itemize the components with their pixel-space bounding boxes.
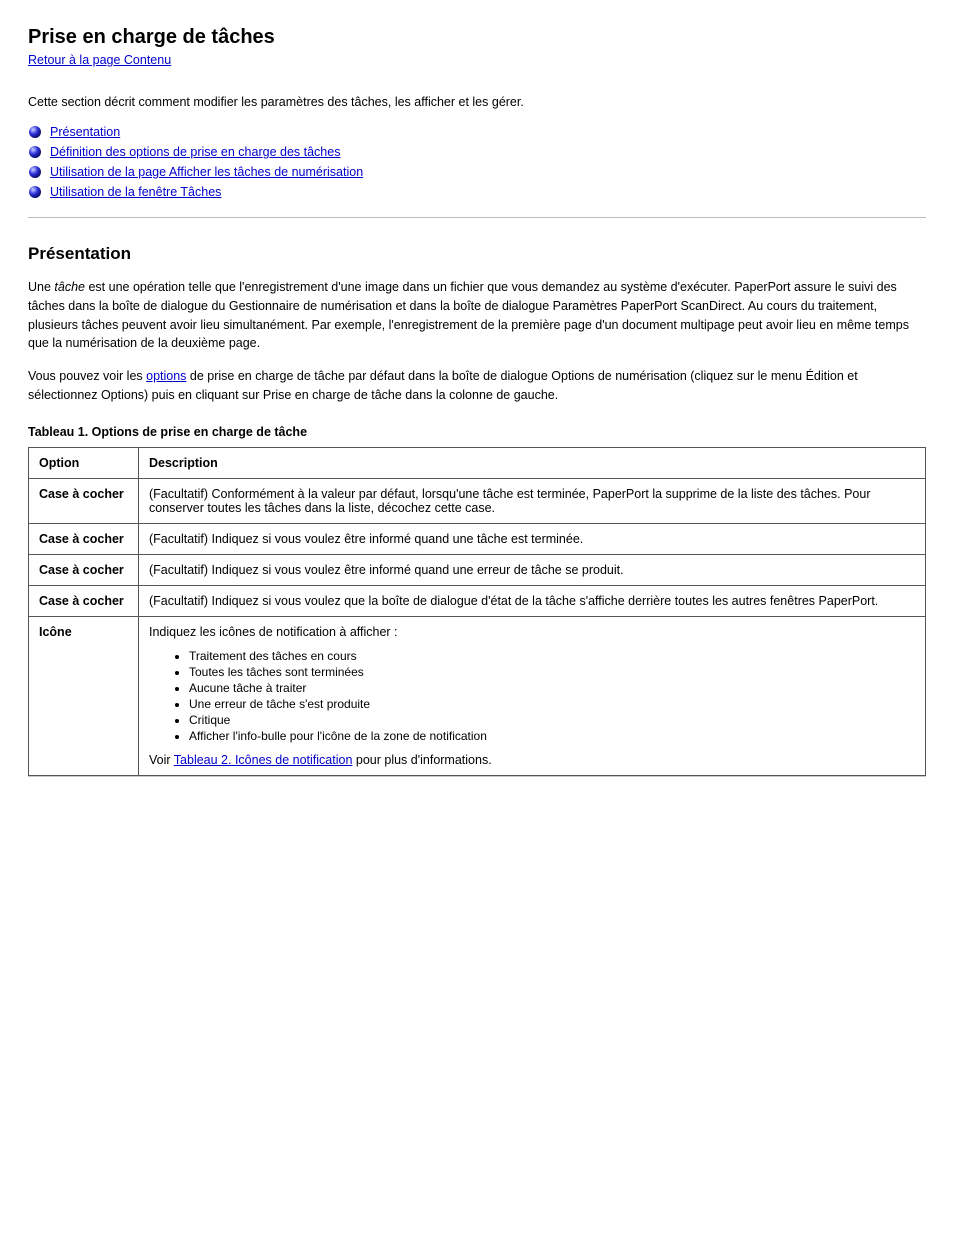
- sphere-bullet-icon: [28, 145, 42, 159]
- col-header-option: Option: [29, 447, 139, 478]
- description-cell: (Facultatif) Indiquez si vous voulez êtr…: [139, 523, 926, 554]
- table-row: Case à cocher (Facultatif) Conformément …: [29, 478, 926, 523]
- text-emphasis: tâche: [54, 280, 85, 294]
- table2-link[interactable]: Tableau 2. Icônes de notification: [174, 753, 353, 767]
- table-row: Case à cocher (Facultatif) Indiquez si v…: [29, 554, 926, 585]
- nav-item-view-tasks: Utilisation de la page Afficher les tâch…: [28, 165, 926, 179]
- option-cell: Case à cocher: [29, 523, 139, 554]
- description-cell: (Facultatif) Indiquez si vous voulez êtr…: [139, 554, 926, 585]
- overview-para-1: Une tâche est une opération telle que l'…: [28, 278, 926, 353]
- nav-link-view-tasks[interactable]: Utilisation de la page Afficher les tâch…: [50, 165, 363, 179]
- intro-text: Cette section décrit comment modifier le…: [28, 93, 926, 111]
- list-item: Toutes les tâches sont terminées: [189, 665, 915, 679]
- list-item: Aucune tâche à traiter: [189, 681, 915, 695]
- description-cell: Indiquez les icônes de notification à af…: [139, 616, 926, 775]
- icon-choice-list: Traitement des tâches en cours Toutes le…: [149, 649, 915, 743]
- description-cell: (Facultatif) Indiquez si vous voulez que…: [139, 585, 926, 616]
- nav-link-options[interactable]: Définition des options de prise en charg…: [50, 145, 340, 159]
- list-item: Afficher l'info-bulle pour l'icône de la…: [189, 729, 915, 743]
- nav-link-overview[interactable]: Présentation: [50, 125, 120, 139]
- col-header-description: Description: [139, 447, 926, 478]
- sphere-bullet-icon: [28, 165, 42, 179]
- list-item: Traitement des tâches en cours: [189, 649, 915, 663]
- desc-intro: Indiquez les icônes de notification à af…: [149, 625, 915, 639]
- sphere-bullet-icon: [28, 125, 42, 139]
- nav-item-tasks-window: Utilisation de la fenêtre Tâches: [28, 185, 926, 199]
- table-row: Case à cocher (Facultatif) Indiquez si v…: [29, 523, 926, 554]
- section-heading-overview: Présentation: [28, 244, 926, 264]
- more-info: Voir Tableau 2. Icônes de notification p…: [149, 753, 915, 767]
- option-cell: Case à cocher: [29, 554, 139, 585]
- divider: [28, 776, 926, 777]
- option-cell: Case à cocher: [29, 585, 139, 616]
- option-cell: Case à cocher: [29, 478, 139, 523]
- table-row: Icône Indiquez les icônes de notificatio…: [29, 616, 926, 775]
- text-fragment: Voir: [149, 753, 174, 767]
- option-cell: Icône: [29, 616, 139, 775]
- back-link[interactable]: Retour à la page Contenu: [28, 53, 171, 67]
- nav-item-overview: Présentation: [28, 125, 926, 139]
- text-fragment: est une opération telle que l'enregistre…: [28, 280, 909, 350]
- nav-item-options: Définition des options de prise en charg…: [28, 145, 926, 159]
- text-fragment: Vous pouvez voir les: [28, 369, 146, 383]
- list-item: Critique: [189, 713, 915, 727]
- options-table: Option Description Case à cocher (Facult…: [28, 447, 926, 776]
- sphere-bullet-icon: [28, 185, 42, 199]
- divider: [28, 217, 926, 218]
- overview-para-2: Vous pouvez voir les options de prise en…: [28, 367, 926, 405]
- list-item: Une erreur de tâche s'est produite: [189, 697, 915, 711]
- nav-list: Présentation Définition des options de p…: [28, 125, 926, 199]
- description-cell: (Facultatif) Conformément à la valeur pa…: [139, 478, 926, 523]
- options-inline-link[interactable]: options: [146, 369, 186, 383]
- text-fragment: Une: [28, 280, 54, 294]
- table-row: Case à cocher (Facultatif) Indiquez si v…: [29, 585, 926, 616]
- text-fragment: pour plus d'informations.: [352, 753, 491, 767]
- nav-link-tasks-window[interactable]: Utilisation de la fenêtre Tâches: [50, 185, 221, 199]
- table-caption: Tableau 1. Options de prise en charge de…: [28, 425, 926, 439]
- page-title: Prise en charge de tâches: [28, 26, 926, 49]
